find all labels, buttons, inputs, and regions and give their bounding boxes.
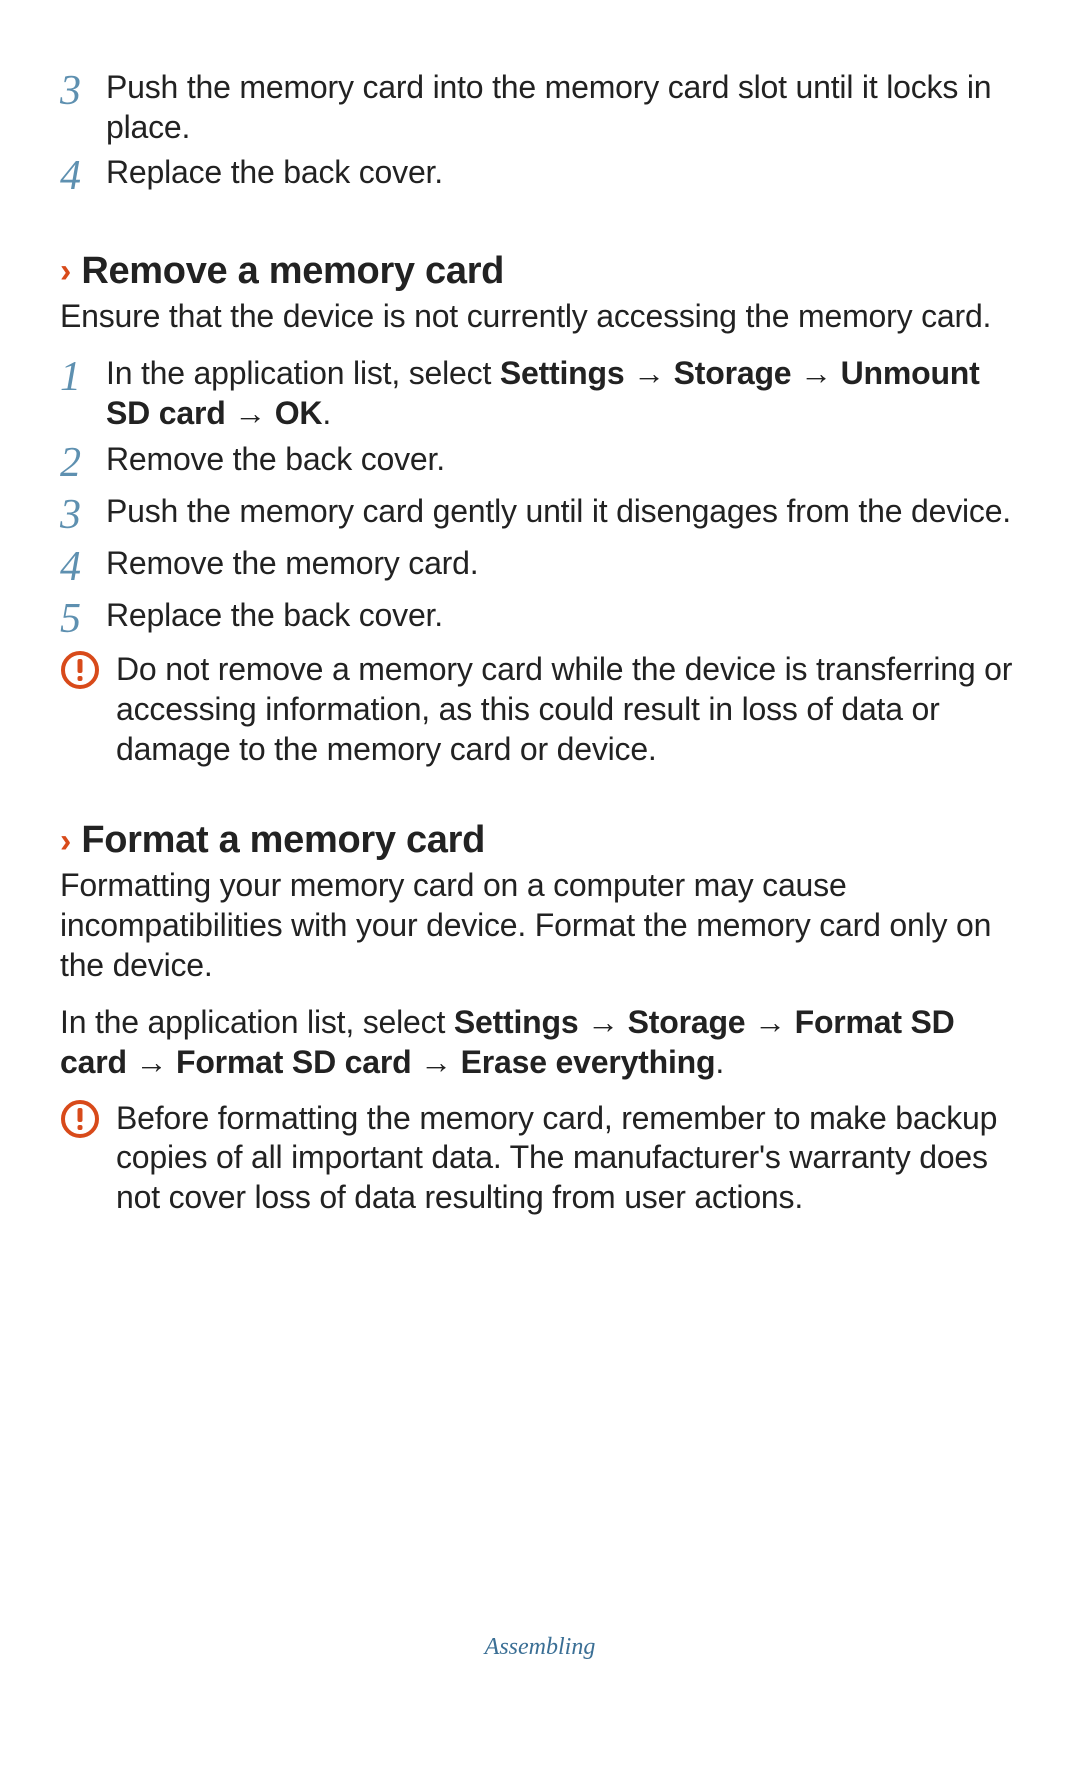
section-intro: Ensure that the device is not currently … [60, 297, 1020, 337]
warning-text: Do not remove a memory card while the de… [116, 650, 1020, 769]
text-arrow: → [411, 1044, 460, 1080]
step-number: 3 [60, 492, 106, 538]
text-plain: . [322, 395, 331, 431]
step-item: 4 Remove the memory card. [60, 544, 1020, 590]
text-arrow: → [624, 355, 673, 391]
remove-step-list: 1 In the application list, select Settin… [60, 354, 1020, 642]
text-bold: OK [275, 395, 323, 431]
step-number: 3 [60, 68, 106, 114]
step-item: 4 Replace the back cover. [60, 153, 1020, 199]
chevron-icon: › [60, 824, 71, 858]
page-footer: Assembling [0, 1634, 1080, 1661]
step-number: 2 [60, 440, 106, 486]
text-bold: Settings [454, 1004, 579, 1040]
chevron-icon: › [60, 254, 71, 288]
text-arrow: → [745, 1004, 794, 1040]
warning-icon [60, 650, 116, 695]
step-text: Remove the back cover. [106, 440, 1020, 480]
top-step-list: 3 Push the memory card into the memory c… [60, 68, 1020, 200]
warning-callout: Before formatting the memory card, remem… [60, 1099, 1020, 1218]
text-arrow: → [226, 395, 275, 431]
step-text: Push the memory card into the memory car… [106, 68, 1020, 147]
step-number: 5 [60, 596, 106, 642]
section-heading-format: › Format a memory card [60, 819, 1020, 862]
heading-text: Format a memory card [81, 819, 485, 862]
text-bold: Erase everything [461, 1044, 716, 1080]
step-text: Replace the back cover. [106, 153, 1020, 193]
text-arrow: → [791, 355, 840, 391]
format-path: In the application list, select Settings… [60, 1003, 1020, 1082]
step-number: 4 [60, 153, 106, 199]
step-number: 4 [60, 544, 106, 590]
heading-text: Remove a memory card [81, 250, 504, 293]
text-plain: In the application list, select [60, 1004, 454, 1040]
step-item: 2 Remove the back cover. [60, 440, 1020, 486]
step-item: 3 Push the memory card gently until it d… [60, 492, 1020, 538]
text-arrow: → [127, 1044, 176, 1080]
warning-icon [60, 1099, 116, 1144]
text-plain: . [715, 1044, 724, 1080]
step-item: 1 In the application list, select Settin… [60, 354, 1020, 433]
text-bold: Storage [674, 355, 792, 391]
step-text: Remove the memory card. [106, 544, 1020, 584]
step-text: In the application list, select Settings… [106, 354, 1020, 433]
step-text: Push the memory card gently until it dis… [106, 492, 1020, 532]
section-intro: Formatting your memory card on a compute… [60, 866, 1020, 985]
text-bold: Storage [628, 1004, 746, 1040]
step-number: 1 [60, 354, 106, 400]
text-bold: Format SD card [176, 1044, 411, 1080]
text-arrow: → [578, 1004, 627, 1040]
page: 3 Push the memory card into the memory c… [0, 0, 1080, 1771]
step-item: 5 Replace the back cover. [60, 596, 1020, 642]
warning-text: Before formatting the memory card, remem… [116, 1099, 1020, 1218]
text-bold: Settings [500, 355, 625, 391]
step-text: Replace the back cover. [106, 596, 1020, 636]
section-heading-remove: › Remove a memory card [60, 250, 1020, 293]
text-plain: In the application list, select [106, 355, 500, 391]
step-item: 3 Push the memory card into the memory c… [60, 68, 1020, 147]
warning-callout: Do not remove a memory card while the de… [60, 650, 1020, 769]
